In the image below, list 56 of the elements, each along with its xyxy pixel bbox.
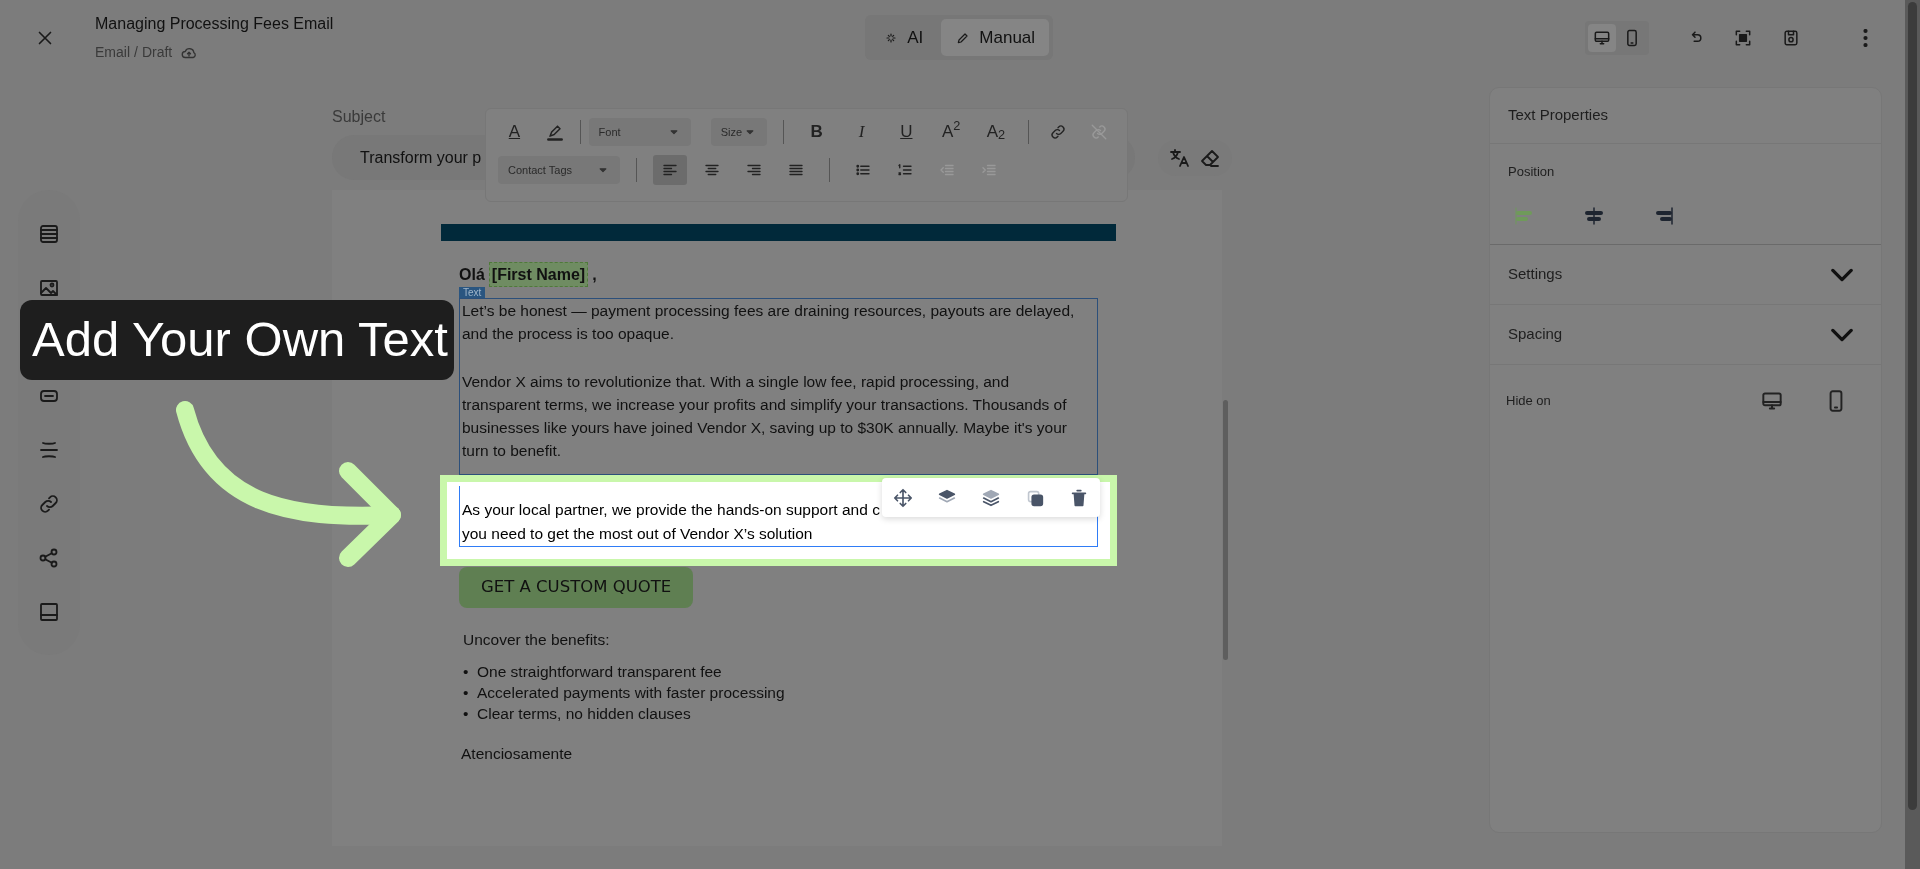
mode-tab[interactable]: AI	[869, 18, 938, 57]
text-line: As your local partner, we provide the hands-on support and c	[462, 500, 880, 520]
accordion-header[interactable]: Spacing	[1490, 305, 1881, 365]
benefit-item: One straightforward transparent fee	[477, 662, 722, 680]
size-dropdown[interactable]: Size	[710, 117, 768, 147]
position-label: Position	[1508, 163, 1556, 181]
chevron-down-icon	[1831, 327, 1853, 342]
section-title: Settings	[1508, 264, 1563, 285]
closing-text: Atenciosamente	[461, 743, 574, 764]
accordion-header[interactable]: Settings	[1490, 245, 1881, 305]
paragraph: Let’s be honest — payment processing fees are draining resources, payouts are delayed, and the process is too opaque.	[462, 301, 1076, 344]
more-icon	[1863, 28, 1868, 47]
benefits-heading: Uncover the benefits:	[463, 629, 611, 650]
contact-tags-dropdown[interactable]: Contact Tags	[498, 155, 620, 185]
bullet-mark: •	[463, 661, 470, 682]
hide-on-label: Hide on	[1506, 392, 1552, 411]
footer-block-icon[interactable]	[37, 600, 61, 624]
sub-button[interactable]: A$_{2}$	[979, 117, 1013, 147]
mode-tab[interactable]: Manual	[941, 18, 1050, 57]
breadcrumb-separator: /	[134, 43, 138, 62]
text-line: you need to get the most out of Vendor X’s solution	[462, 524, 813, 544]
subject-label: Subject	[332, 107, 386, 127]
align-left-button[interactable]	[653, 155, 687, 185]
merge-tag[interactable]: [First Name]	[488, 261, 589, 287]
scrollbar[interactable]	[1905, 0, 1920, 869]
breadcrumb-link[interactable]: Email	[95, 42, 130, 63]
italic-button[interactable]: I	[845, 117, 878, 147]
section-title: Spacing	[1508, 324, 1563, 345]
text-color-button[interactable]: A	[498, 117, 531, 147]
bold-button[interactable]: B	[800, 117, 834, 147]
quote-button[interactable]: GET A CUSTOM QUOTE	[459, 567, 694, 608]
panel-title: Text Properties	[1508, 105, 1609, 126]
benefit-item: Clear terms, no hidden clauses	[477, 704, 691, 722]
desktop-view-button[interactable]	[1588, 23, 1616, 52]
link-block-icon[interactable]	[37, 492, 61, 516]
canvas-scrollbar[interactable]	[1223, 400, 1228, 660]
greeting-text: Olá	[459, 264, 485, 285]
font-dropdown[interactable]: Font	[588, 117, 691, 147]
unlink-icon	[1089, 123, 1108, 141]
benefit-item: Accelerated payments with faster processing	[477, 683, 785, 701]
bullet-mark: •	[463, 682, 470, 703]
marker-pen-icon	[545, 122, 566, 142]
block-type-tag: Text	[459, 287, 486, 298]
email-title: Managing Processing Fees Email	[95, 14, 334, 34]
underline-button[interactable]: U	[889, 117, 923, 147]
breadcrumb-current: Draft	[141, 43, 173, 62]
rows-block-icon[interactable]	[37, 222, 61, 246]
text-block[interactable]	[459, 298, 1098, 475]
move-icon[interactable]	[892, 486, 914, 509]
link-icon	[1048, 123, 1067, 141]
paragraph: Vendor X aims to revolutionize that. With a single low fee, rapid processing, and transparent terms, we increase your profits and simplify your transactions. Thousands of businesses like yours have joined Vendor X, saving up to $30K annually. Maybe it's your turn to benefit.	[462, 372, 1068, 461]
bullet-mark: •	[463, 703, 470, 724]
greeting-comma: ,	[592, 264, 597, 285]
tutorial-callout: Add Your Own Text	[20, 300, 454, 380]
chevron-down-icon	[1831, 267, 1853, 282]
sup-button[interactable]: A$^{2}$	[934, 117, 968, 147]
